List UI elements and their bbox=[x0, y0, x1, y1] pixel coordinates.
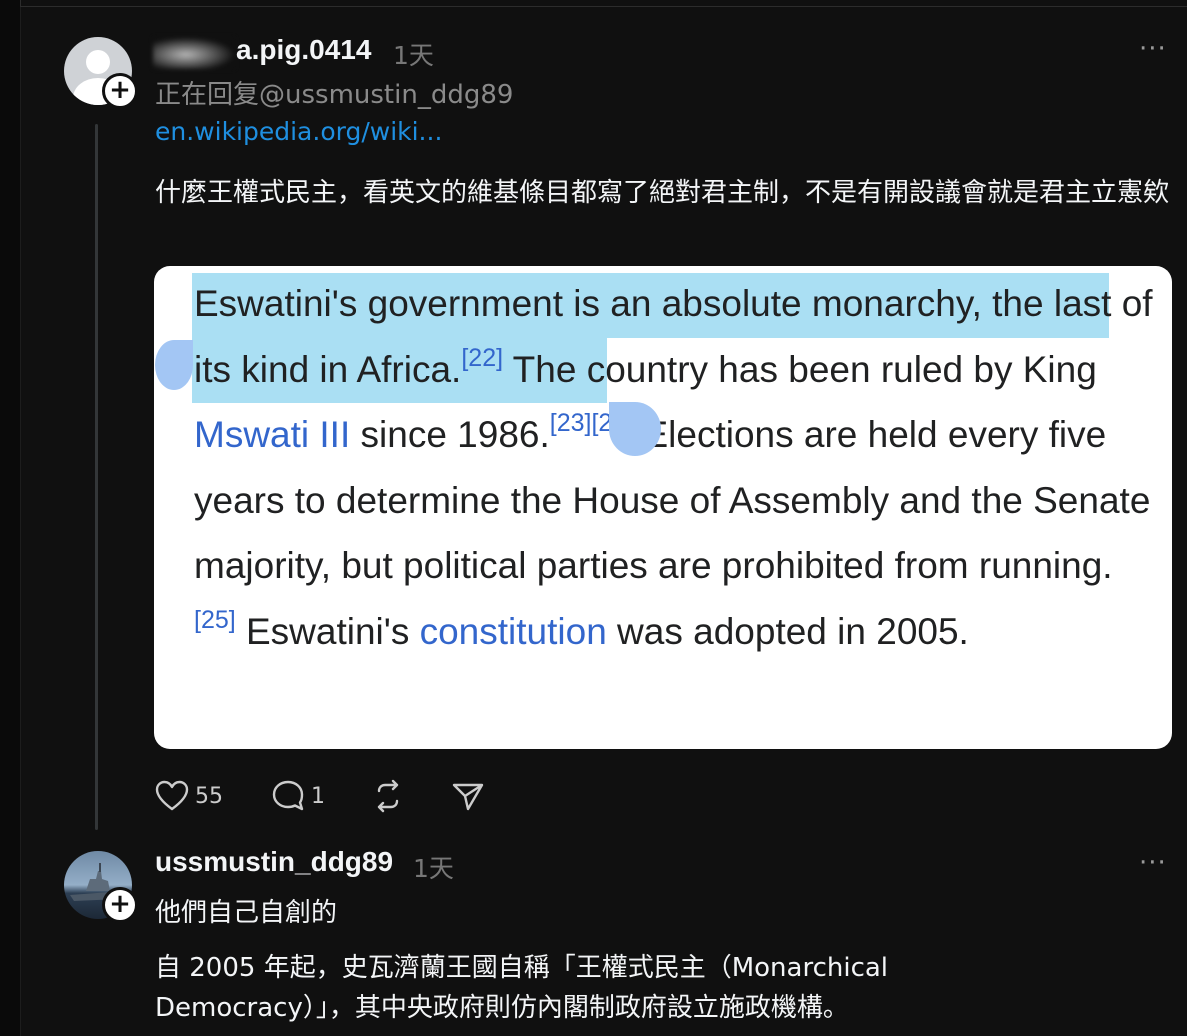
reply-username[interactable]: ussmustin_ddg89 bbox=[155, 846, 393, 878]
post-username[interactable]: a.pig.0414 bbox=[236, 34, 371, 66]
constitution-link-text: constitution bbox=[419, 610, 607, 652]
repost-button[interactable] bbox=[371, 778, 405, 814]
share-button[interactable] bbox=[451, 778, 485, 814]
ref-22: [22] bbox=[461, 343, 504, 372]
reply-button[interactable]: 1 bbox=[271, 778, 325, 814]
ref-25: [25] bbox=[194, 605, 236, 634]
replying-to-label: 正在回复@ussmustin_ddg89 bbox=[155, 80, 514, 110]
screenshot-text: Eswatini's government is an absolute mon… bbox=[194, 271, 1154, 664]
screenshot-text-5: Eswatini's bbox=[235, 610, 420, 652]
repost-icon bbox=[377, 779, 399, 813]
wikipedia-screenshot-image[interactable]: Eswatini's government is an absolute mon… bbox=[154, 266, 1172, 749]
selection-handle-end bbox=[609, 402, 661, 456]
like-count: 55 bbox=[195, 783, 223, 809]
wikipedia-link[interactable]: en.wikipedia.org/wiki... bbox=[155, 117, 442, 146]
follow-plus-icon[interactable]: + bbox=[102, 887, 138, 923]
screenshot-text-6: was adopted in 2005. bbox=[606, 610, 969, 652]
follow-plus-icon[interactable]: + bbox=[102, 73, 138, 109]
more-options-icon[interactable]: ··· bbox=[1139, 848, 1167, 878]
like-button[interactable]: 55 bbox=[155, 778, 223, 814]
send-icon bbox=[452, 783, 484, 811]
avatar-head bbox=[86, 50, 110, 74]
reply-count: 1 bbox=[311, 783, 325, 809]
more-options-icon[interactable]: ··· bbox=[1139, 34, 1167, 64]
screenshot-text-2: The country has been ruled by King bbox=[503, 348, 1097, 390]
screenshot-text-3: since 1986. bbox=[350, 414, 550, 455]
left-panel-edge bbox=[0, 0, 21, 1036]
post-time: 1天 bbox=[393, 41, 434, 70]
thread-line bbox=[95, 124, 98, 830]
previous-post-divider bbox=[20, 0, 1187, 7]
selection-handle-start bbox=[155, 340, 193, 390]
blurred-username-part bbox=[153, 37, 235, 69]
reply-time: 1天 bbox=[413, 854, 454, 883]
comment-icon bbox=[272, 780, 304, 811]
mswati-link-text: Mswati III bbox=[194, 414, 351, 455]
reply-text: 他們自己自創的 bbox=[155, 898, 338, 928]
heart-icon bbox=[155, 780, 189, 811]
reply-body-text: 自 2005 年起，史瓦濟蘭王國自稱「王權式民主（Monarchical Dem… bbox=[155, 953, 889, 1023]
post-text: 什麼王權式民主，看英文的維基條目都寫了絕對君主制，不是有開設議會就是君主立憲欸 bbox=[155, 178, 1170, 208]
